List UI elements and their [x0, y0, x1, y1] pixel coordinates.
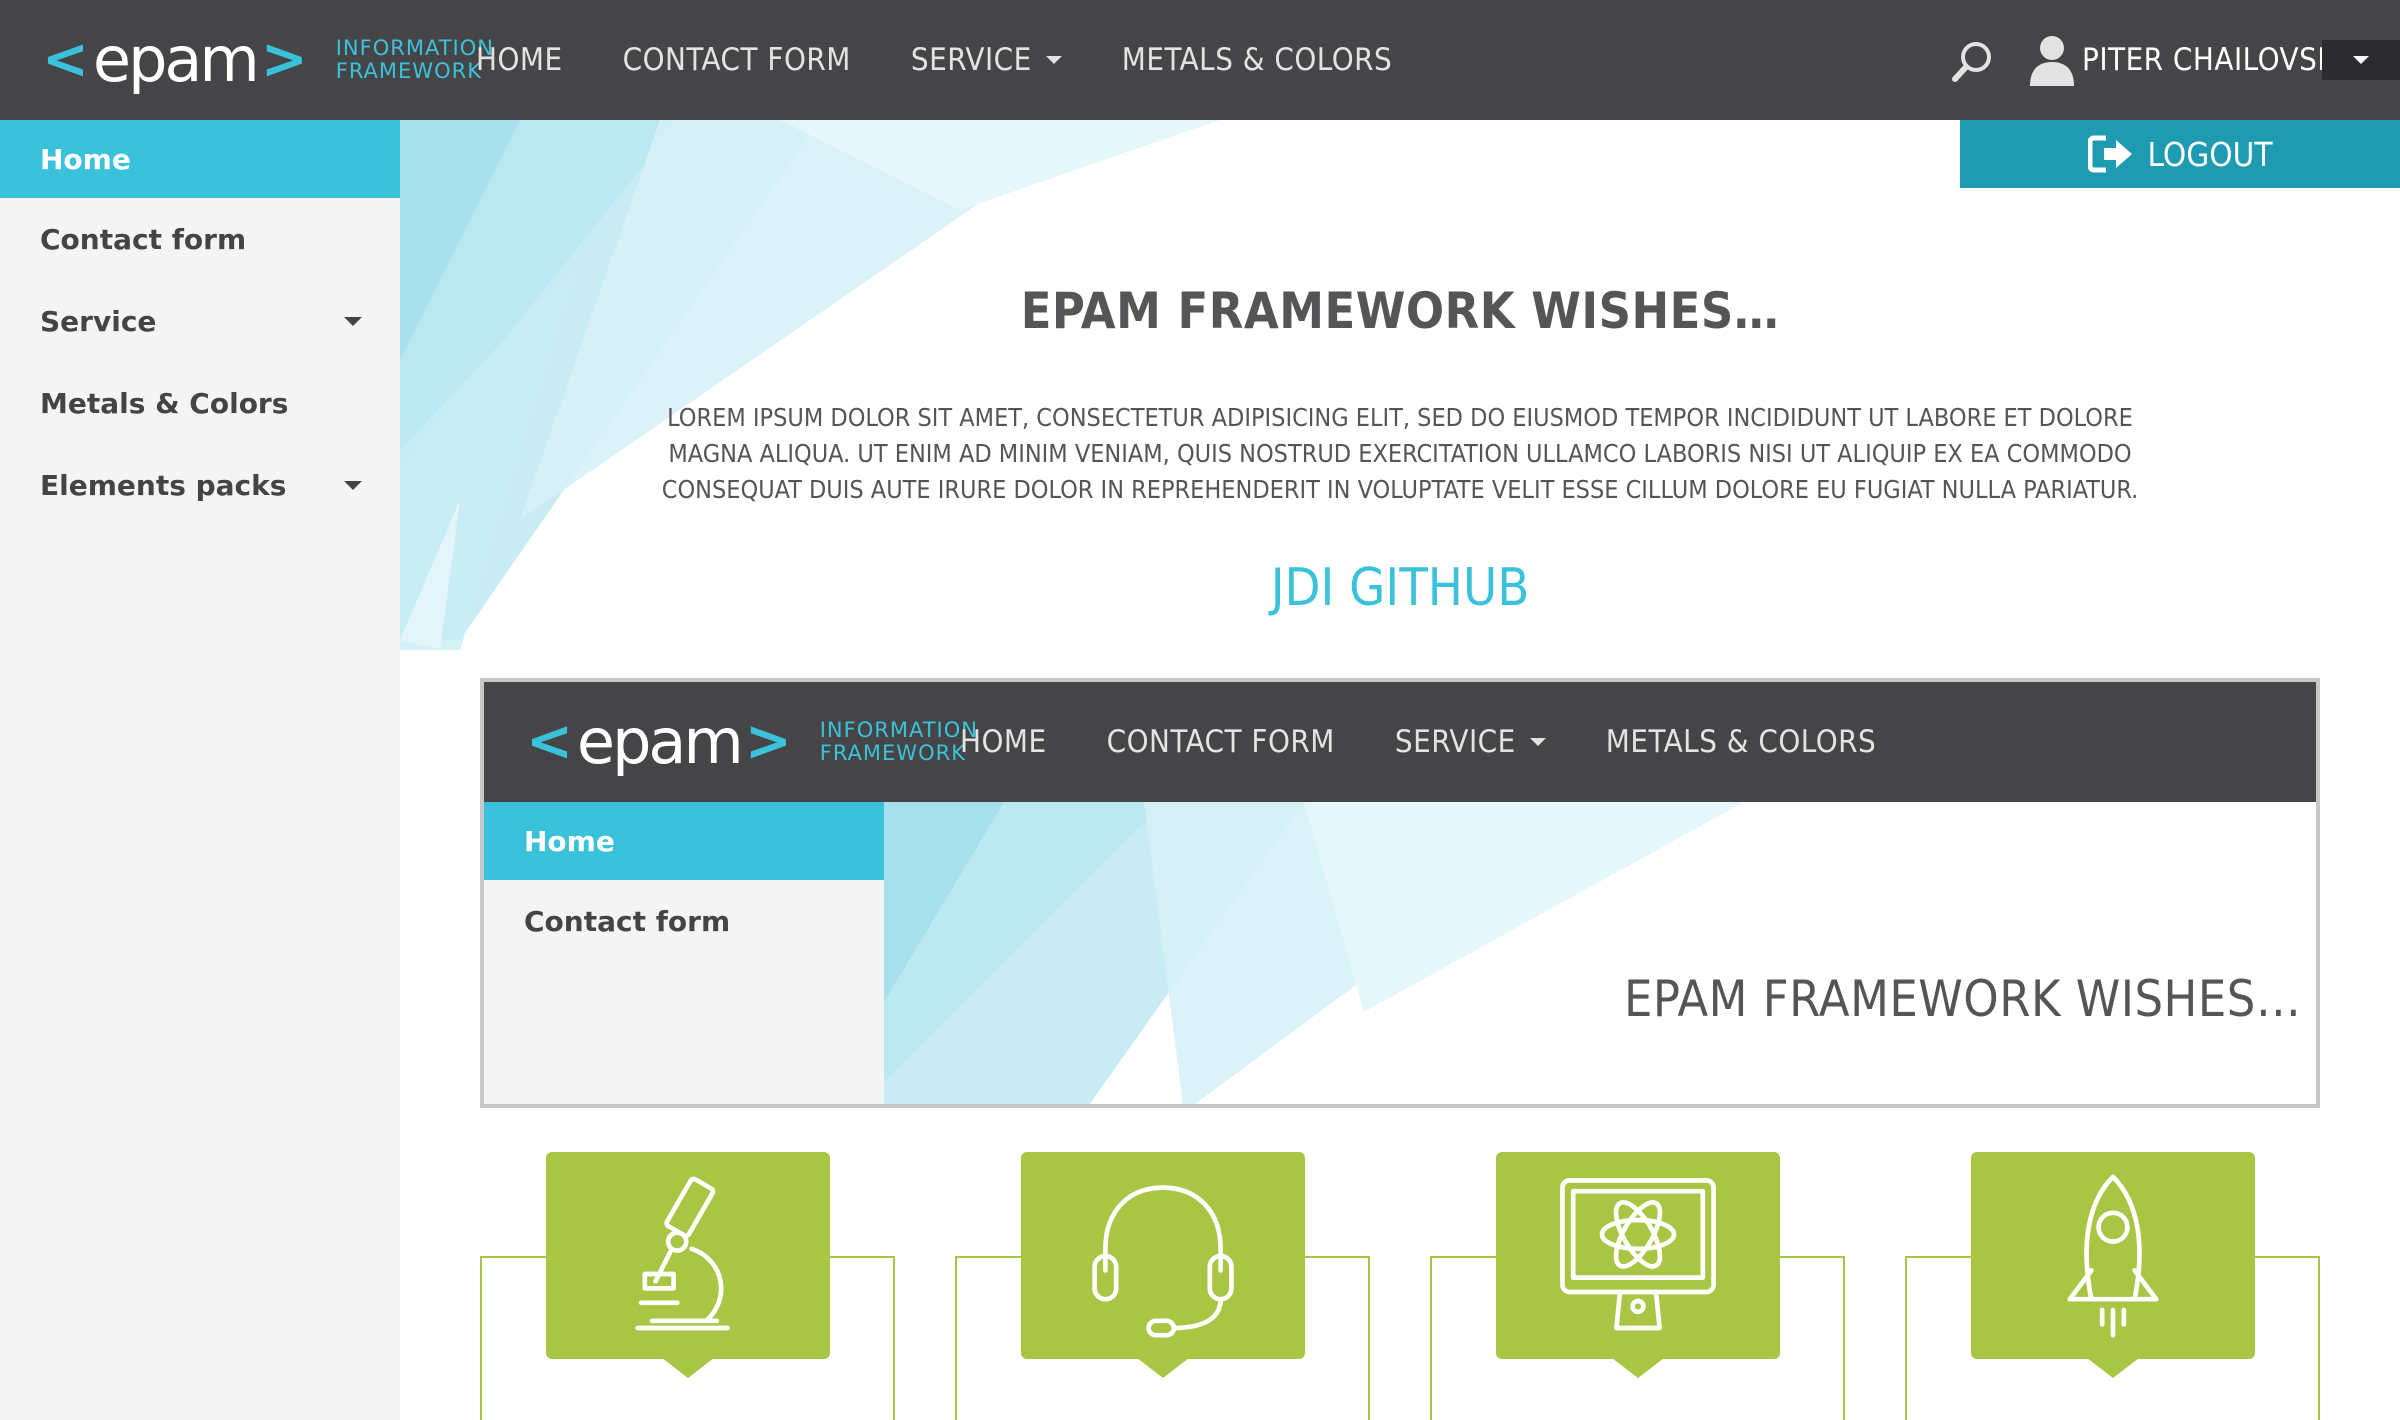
feature-card — [1905, 1152, 2320, 1420]
frame-epam-logo[interactable]: < epam > INFORMATION FRAMEWORK — [522, 702, 978, 782]
sidebar-item-label: Home — [524, 824, 615, 858]
card-pointer — [662, 1358, 714, 1378]
chevron-down-icon — [2353, 56, 2369, 64]
frame-nav-metals-colors-label: METALS & COLORS — [1605, 724, 1877, 760]
logout-icon — [2087, 135, 2132, 173]
logout-label: LOGOUT — [2147, 134, 2273, 174]
nav-home-label: HOME — [476, 42, 563, 78]
nav-service[interactable]: SERVICE — [911, 42, 1062, 78]
card-icon-tile — [1021, 1152, 1305, 1359]
chevron-down-icon — [1045, 56, 1062, 64]
sidebar-item-label: Metals & Colors — [40, 386, 289, 420]
frame-sidebar-item-contact-form[interactable]: Contact form — [484, 880, 884, 962]
frame-nav-home[interactable]: HOME — [960, 724, 1047, 760]
jdi-github-link[interactable]: JDI GITHUB — [400, 558, 2400, 618]
chevron-down-icon — [344, 316, 362, 326]
chevron-down-icon — [1529, 738, 1546, 746]
page-title: EPAM FRAMEWORK WISHES… — [1020, 282, 1780, 340]
frame-background-decoration — [884, 802, 1744, 1104]
sidebar-item-label: Contact form — [524, 904, 731, 938]
logo-tagline-line2: FRAMEWORK — [819, 741, 966, 765]
frame-top-nav: HOME CONTACT FORM SERVICE METALS & COLOR… — [960, 682, 1936, 802]
sidebar-item-label: Service — [40, 304, 157, 338]
sidebar-item-label: Elements packs — [40, 468, 287, 502]
monitor-atom-icon — [1560, 1177, 1716, 1330]
logo-wordmark: < epam > — [526, 705, 792, 778]
sidebar: Home Contact form Service Metals & Color… — [0, 120, 400, 1420]
chevron-down-icon — [344, 480, 362, 490]
top-header: < epam > INFORMATION FRAMEWORK HOME CONTAC… — [0, 0, 2400, 120]
card-icon-tile — [1971, 1152, 2255, 1359]
frame-nav-metals-colors[interactable]: METALS & COLORS — [1606, 724, 1876, 760]
logo-tagline: INFORMATION FRAMEWORK — [336, 37, 494, 83]
headset-icon — [1092, 1184, 1234, 1338]
microscope-icon — [635, 1176, 730, 1330]
card-pointer — [2087, 1358, 2139, 1378]
frame-nav-contact-form-label: CONTACT FORM — [1106, 724, 1335, 760]
sidebar-item-service[interactable]: Service — [0, 280, 400, 362]
logo-tagline-line2: FRAMEWORK — [335, 59, 482, 83]
user-avatar-icon — [2030, 36, 2074, 86]
sidebar-item-metals-colors[interactable]: Metals & Colors — [0, 362, 400, 444]
sidebar-item-label: Home — [40, 142, 131, 176]
main-content: LOGOUT EPAM FRAMEWORK WISHES… LOREM IPSU… — [400, 120, 2400, 1420]
card-pointer — [1137, 1358, 1189, 1378]
logo-tagline-line1: INFORMATION — [335, 36, 494, 60]
sidebar-item-contact-form[interactable]: Contact form — [0, 198, 400, 280]
embedded-frame[interactable]: < epam > INFORMATION FRAMEWORK HOME CONTAC… — [480, 678, 2320, 1108]
nav-contact-form[interactable]: CONTACT FORM — [623, 42, 851, 78]
frame-page-title: EPAM FRAMEWORK WISHES… — [1624, 970, 2302, 1028]
nav-home[interactable]: HOME — [476, 42, 563, 78]
feature-card — [480, 1152, 895, 1420]
sidebar-item-elements-packs[interactable]: Elements packs — [0, 444, 400, 526]
feature-cards — [480, 1152, 2320, 1420]
user-menu[interactable]: PITER CHAILOVSKII — [2028, 30, 2354, 90]
nav-metals-colors[interactable]: METALS & COLORS — [1122, 42, 1392, 78]
frame-sidebar: Home Contact form — [484, 802, 884, 1104]
frame-nav-service[interactable]: SERVICE — [1395, 724, 1546, 760]
rocket-icon — [2067, 1173, 2159, 1338]
epam-logo[interactable]: < epam > INFORMATION FRAMEWORK — [38, 20, 494, 100]
user-name: PITER CHAILOVSKII — [2082, 42, 2354, 78]
top-nav: HOME CONTACT FORM SERVICE METALS & COLOR… — [476, 0, 1452, 120]
frame-header: < epam > INFORMATION FRAMEWORK HOME CONTAC… — [484, 682, 2316, 802]
nav-service-label: SERVICE — [910, 42, 1032, 78]
frame-nav-service-label: SERVICE — [1394, 724, 1516, 760]
logo-tagline-line1: INFORMATION — [819, 718, 978, 742]
frame-nav-home-label: HOME — [960, 724, 1047, 760]
nav-metals-colors-label: METALS & COLORS — [1121, 42, 1393, 78]
frame-nav-contact-form[interactable]: CONTACT FORM — [1107, 724, 1335, 760]
feature-card — [1430, 1152, 1845, 1420]
feature-card — [955, 1152, 1370, 1420]
card-icon-tile — [546, 1152, 830, 1359]
card-icon-tile — [1496, 1152, 1780, 1359]
logo-wordmark: < epam > — [42, 23, 308, 96]
intro-text: LOREM IPSUM DOLOR SIT AMET, CONSECTETUR … — [661, 403, 2139, 504]
sidebar-item-label: Contact form — [40, 222, 247, 256]
logo-tagline: INFORMATION FRAMEWORK — [820, 719, 978, 765]
card-pointer — [1612, 1358, 1664, 1378]
user-menu-toggle[interactable] — [2322, 40, 2400, 80]
sidebar-item-home[interactable]: Home — [0, 120, 400, 198]
nav-contact-form-label: CONTACT FORM — [622, 42, 851, 78]
search-icon[interactable] — [1950, 38, 1996, 84]
frame-sidebar-item-home[interactable]: Home — [484, 802, 884, 880]
logout-button[interactable]: LOGOUT — [1960, 120, 2400, 188]
